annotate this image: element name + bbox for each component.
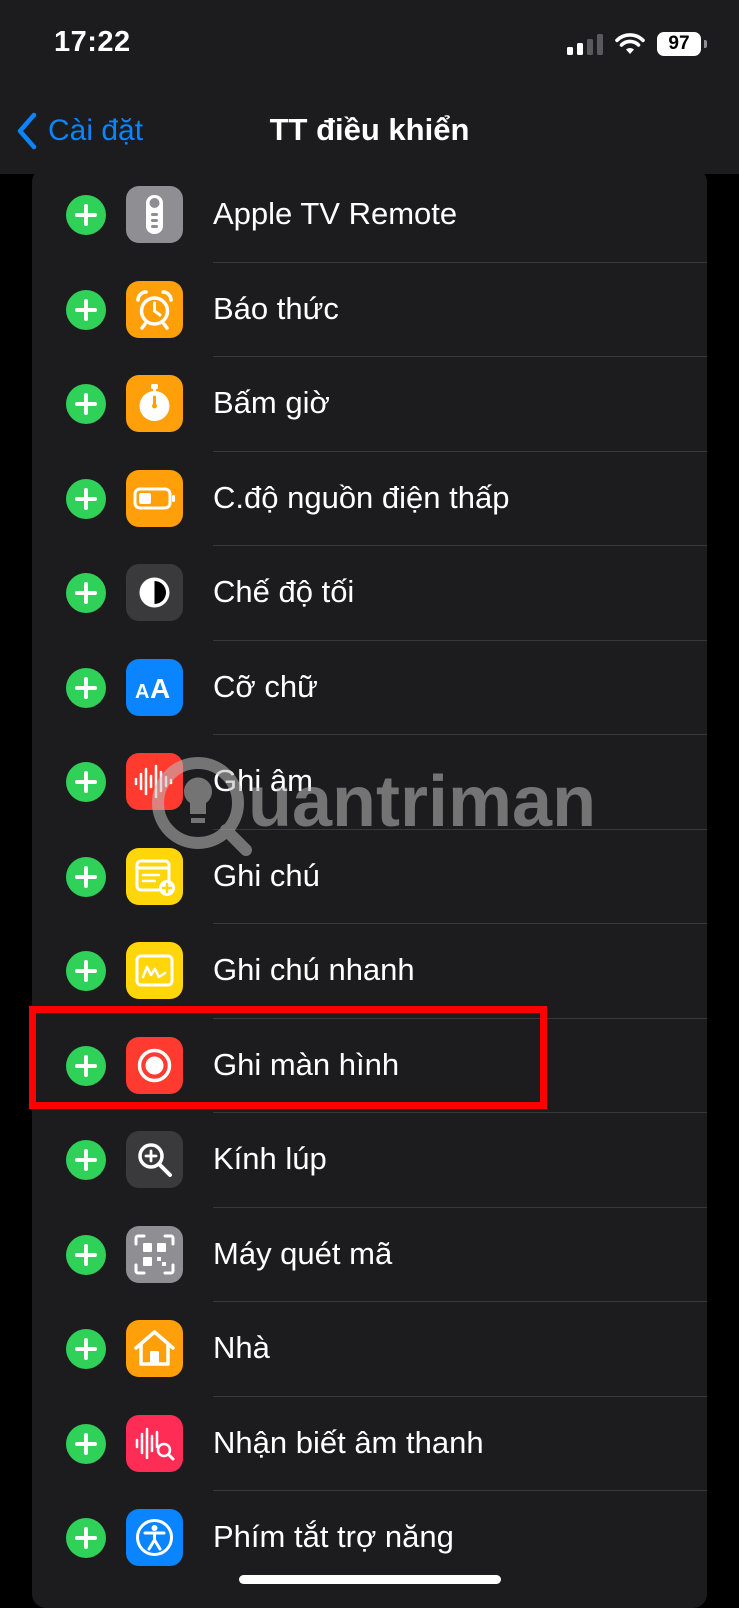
control-label: Ghi âm xyxy=(213,763,313,798)
add-button[interactable] xyxy=(66,856,106,897)
magnifier-icon xyxy=(126,1131,183,1188)
code-scanner-icon xyxy=(126,1225,183,1283)
control-row-notes[interactable]: Ghi chú xyxy=(32,830,707,924)
add-button[interactable] xyxy=(66,1423,106,1464)
control-label: Chế độ tối xyxy=(213,574,355,609)
notes-icon xyxy=(126,847,183,905)
text-size-icon: AA xyxy=(126,658,183,716)
home-icon xyxy=(126,1320,183,1377)
navigation-bar: Cài đặt TT điều khiển xyxy=(0,90,739,174)
control-label: Cỡ chữ xyxy=(213,668,318,704)
more-controls-list: Apple TV Remote Báo thức Bấm giờ C.độ ng… xyxy=(32,168,707,1608)
control-label: Ghi chú nhanh xyxy=(213,952,415,987)
control-row-stopwatch[interactable]: Bấm giờ xyxy=(32,357,707,452)
control-label: Báo thức xyxy=(213,290,339,326)
svg-text:A: A xyxy=(150,673,170,704)
control-label: Ghi chú xyxy=(213,857,320,893)
add-button[interactable] xyxy=(66,667,106,708)
add-button[interactable] xyxy=(66,762,106,802)
page-title: TT điều khiển xyxy=(269,112,470,147)
accessibility-shortcut-icon xyxy=(126,1509,183,1566)
add-button[interactable] xyxy=(66,951,106,991)
control-row-magnifier[interactable]: Kính lúp xyxy=(32,1113,707,1208)
add-button[interactable] xyxy=(66,1518,106,1558)
control-label: Nhà xyxy=(213,1330,270,1365)
status-time: 17:22 xyxy=(54,26,131,58)
low-power-battery-icon xyxy=(126,469,183,527)
add-button[interactable] xyxy=(66,289,106,330)
control-row-quick-note[interactable]: Ghi chú nhanh xyxy=(32,924,707,1019)
control-label: Phím tắt trợ năng xyxy=(213,1519,454,1554)
add-button[interactable] xyxy=(66,1329,106,1369)
battery-level: 97 xyxy=(668,33,690,54)
control-row-text-size[interactable]: AA Cỡ chữ xyxy=(32,641,707,735)
control-row-dark-mode[interactable]: Chế độ tối xyxy=(32,546,707,641)
add-button[interactable] xyxy=(66,384,106,424)
status-bar: 17:22 97 xyxy=(0,0,739,90)
stopwatch-icon xyxy=(126,375,183,432)
status-indicators: 97 xyxy=(567,30,707,58)
control-label: Apple TV Remote xyxy=(213,196,458,231)
sound-recognition-icon xyxy=(126,1414,183,1472)
add-button[interactable] xyxy=(66,1234,106,1275)
voice-memos-icon xyxy=(126,753,183,810)
control-row-voice-memos[interactable]: Ghi âm xyxy=(32,735,707,830)
add-button[interactable] xyxy=(66,478,106,519)
add-button[interactable] xyxy=(66,195,106,235)
control-label: Máy quét mã xyxy=(213,1235,393,1271)
control-row-sound-recognition[interactable]: Nhận biết âm thanh xyxy=(32,1397,707,1491)
apple-tv-remote-icon xyxy=(126,186,183,243)
control-row-accessibility-shortcuts[interactable]: Phím tắt trợ năng xyxy=(32,1491,707,1586)
control-row-home[interactable]: Nhà xyxy=(32,1302,707,1397)
control-row-code-scanner[interactable]: Máy quét mã xyxy=(32,1208,707,1302)
control-label: Bấm giờ xyxy=(213,385,330,420)
dark-mode-icon xyxy=(126,564,183,621)
svg-text:A: A xyxy=(135,681,149,703)
control-label: Nhận biết âm thanh xyxy=(213,1424,484,1460)
control-label: C.độ nguồn điện thấp xyxy=(213,479,510,515)
highlight-annotation xyxy=(29,1006,547,1109)
quick-note-icon xyxy=(126,942,183,999)
control-label: Kính lúp xyxy=(213,1141,327,1176)
battery-tip xyxy=(704,40,707,48)
alarm-icon xyxy=(126,280,183,338)
add-button[interactable] xyxy=(66,573,106,613)
cellular-signal-icon xyxy=(567,33,603,55)
control-row-apple-tv-remote[interactable]: Apple TV Remote xyxy=(32,168,707,263)
wifi-icon xyxy=(615,33,645,54)
control-row-low-power-mode[interactable]: C.độ nguồn điện thấp xyxy=(32,452,707,546)
battery-indicator: 97 xyxy=(657,32,707,56)
control-row-alarm[interactable]: Báo thức xyxy=(32,263,707,357)
add-button[interactable] xyxy=(66,1140,106,1180)
home-indicator[interactable] xyxy=(239,1575,501,1584)
